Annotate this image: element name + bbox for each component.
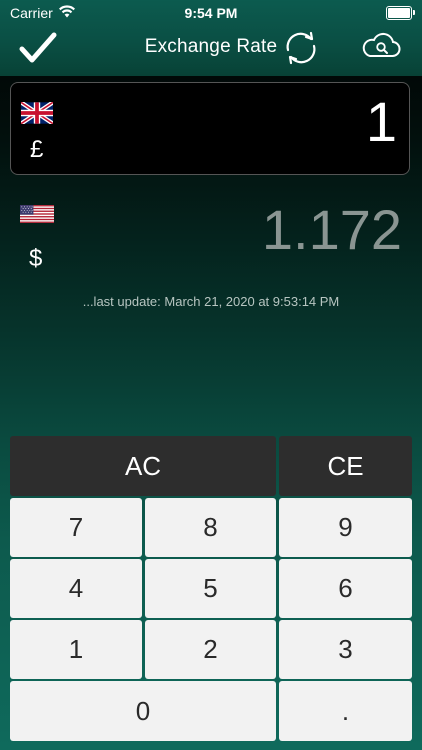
key-5-button[interactable]: 5: [145, 559, 276, 618]
key-4-button[interactable]: 4: [10, 559, 142, 618]
battery-icon: [386, 6, 415, 20]
cloud-search-icon[interactable]: [360, 32, 402, 62]
key-6-button[interactable]: 6: [279, 559, 412, 618]
us-flag-icon[interactable]: [20, 203, 54, 225]
page-title: Exchange Rate: [144, 36, 278, 57]
clear-entry-button[interactable]: CE: [279, 436, 412, 496]
uk-flag-icon[interactable]: [19, 100, 55, 126]
key-7-button[interactable]: 7: [10, 498, 142, 557]
key-0-button[interactable]: 0: [10, 681, 276, 741]
clear-all-button[interactable]: AC: [10, 436, 276, 496]
key-9-button[interactable]: 9: [279, 498, 412, 557]
converted-amount: 1.172: [261, 198, 402, 261]
decimal-point-button[interactable]: .: [279, 681, 412, 741]
status-time: 9:54 PM: [184, 5, 238, 21]
key-2-button[interactable]: 2: [145, 620, 276, 679]
source-currency-box[interactable]: £ 1: [10, 82, 410, 175]
last-update-label: ...last update: March 21, 2020 at 9:53:1…: [82, 294, 340, 309]
source-amount: 1: [365, 90, 397, 153]
source-currency-symbol: £: [30, 136, 44, 163]
refresh-icon[interactable]: [280, 28, 322, 68]
key-1-button[interactable]: 1: [10, 620, 142, 679]
status-bar: Carrier 9:54 PM: [0, 2, 422, 24]
navigation-bar: Carrier 9:54 PM Exchange Rate: [0, 0, 422, 76]
key-8-button[interactable]: 8: [145, 498, 276, 557]
key-3-button[interactable]: 3: [279, 620, 412, 679]
target-currency-symbol: $: [29, 245, 43, 272]
